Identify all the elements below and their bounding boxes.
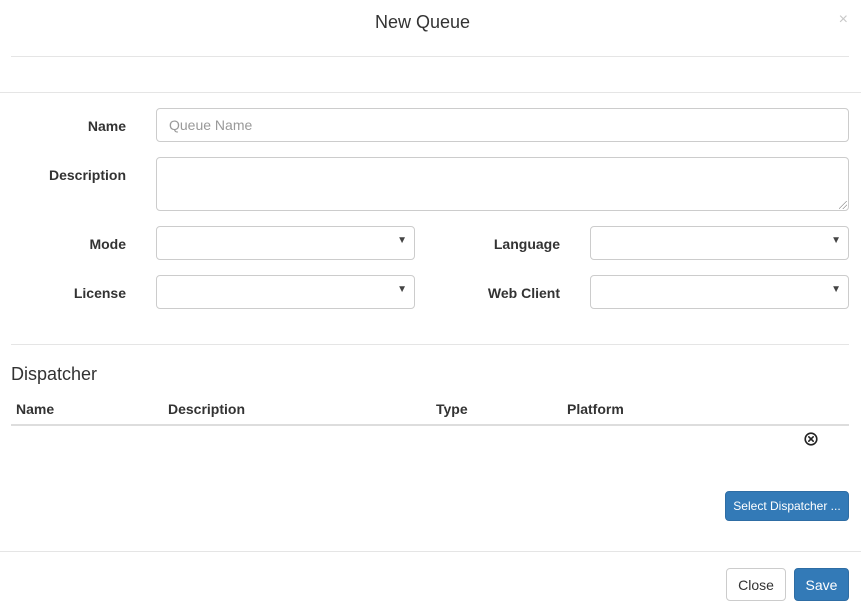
mode-label: Mode <box>89 236 126 252</box>
column-header-description[interactable]: Description <box>168 401 245 417</box>
dropdown-caret-icon: ▼ <box>831 284 841 295</box>
description-label: Description <box>48 167 126 183</box>
save-button[interactable]: Save <box>794 568 849 601</box>
dispatcher-section-title: Dispatcher <box>11 364 98 384</box>
language-label: Language <box>493 236 560 252</box>
dropdown-caret-icon: ▼ <box>397 235 407 246</box>
name-label: Name <box>87 118 126 134</box>
select-dispatcher-button[interactable]: Select Dispatcher ... <box>725 491 849 521</box>
column-header-name[interactable]: Name <box>16 401 54 417</box>
form-divider <box>11 344 849 345</box>
header-divider-inner <box>11 56 849 57</box>
footer-divider <box>0 551 861 552</box>
resize-handle-icon[interactable] <box>839 201 847 209</box>
queue-name-input[interactable] <box>156 108 849 142</box>
web-client-label: Web Client <box>487 285 560 301</box>
dropdown-caret-icon: ▼ <box>397 284 407 295</box>
description-textarea[interactable] <box>156 157 849 211</box>
new-queue-modal: New Queue × Name Description Mode ▼ Lang… <box>0 0 861 615</box>
license-select[interactable]: ▼ <box>156 275 415 309</box>
license-label: License <box>73 285 126 301</box>
column-header-type[interactable]: Type <box>436 401 468 417</box>
close-button[interactable]: Close <box>726 568 786 601</box>
description-field-wrapper <box>156 157 849 211</box>
mode-select[interactable]: ▼ <box>156 226 415 260</box>
table-header-border <box>11 424 849 426</box>
modal-title: New Queue <box>374 12 471 32</box>
column-header-platform[interactable]: Platform <box>567 401 624 417</box>
language-select[interactable]: ▼ <box>590 226 849 260</box>
close-icon[interactable]: × <box>839 12 848 28</box>
web-client-select[interactable]: ▼ <box>590 275 849 309</box>
dropdown-caret-icon: ▼ <box>831 235 841 246</box>
header-divider <box>0 92 861 93</box>
circle-x-icon[interactable] <box>804 432 818 446</box>
